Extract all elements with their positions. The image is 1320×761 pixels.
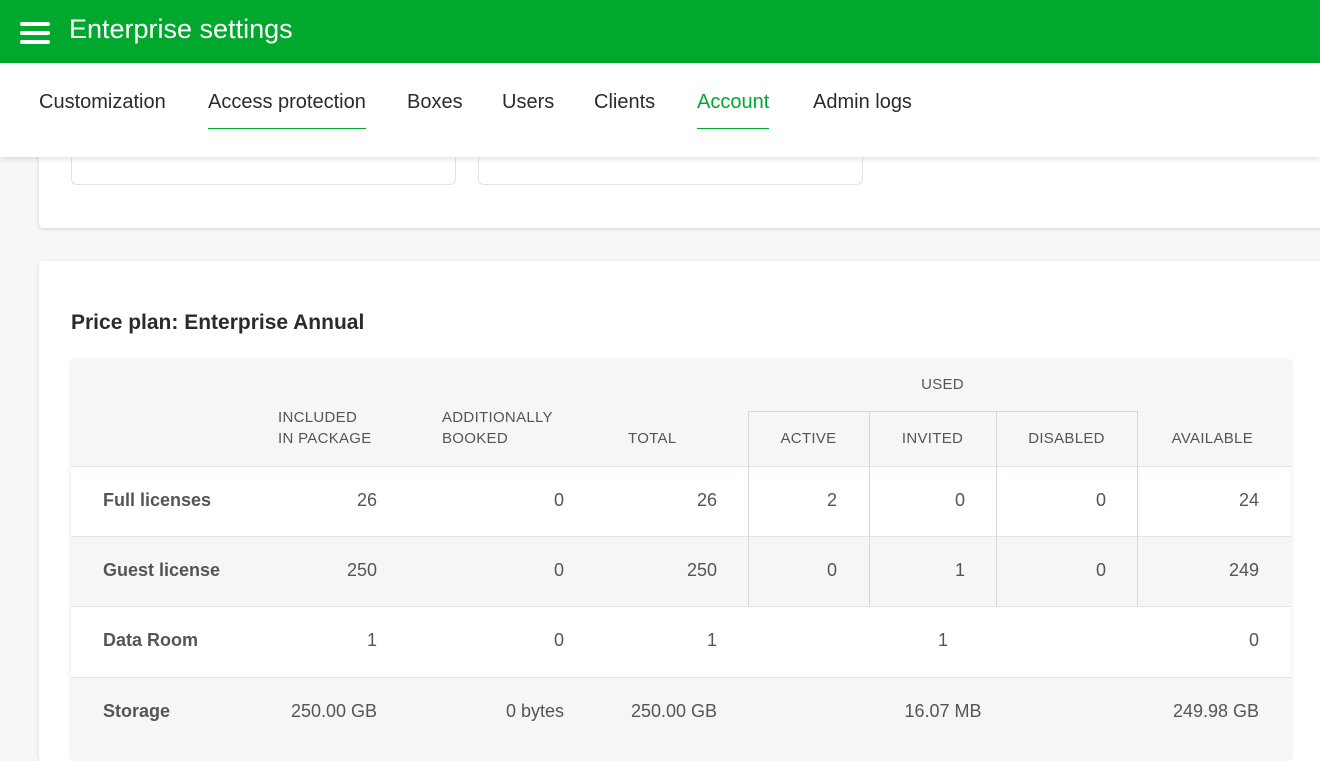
cell-total: 250 (686, 560, 717, 580)
cell-included: 26 (356, 490, 377, 510)
header-active: ACTIVE (780, 430, 837, 447)
cell-invited: 0 (954, 490, 965, 510)
tab-account[interactable]: Account (697, 91, 770, 129)
header-total: TOTAL (628, 430, 677, 447)
header-available: AVAILABLE (1171, 430, 1253, 447)
license-table: INCLUDED IN PACKAGE ADDITIONALLY BOOKED TO… (71, 360, 1291, 761)
header-disabled: DISABLED (1028, 430, 1105, 447)
app-header: Enterprise settings (0, 0, 1320, 63)
cell-total: 26 (696, 490, 717, 510)
tab-access-protection[interactable]: Access protection (208, 91, 366, 129)
price-plan-title: Price plan: Enterprise Annual (71, 311, 365, 334)
cell-available: 24 (1238, 490, 1259, 510)
tab-customization[interactable]: Customization (39, 91, 166, 128)
cell-available: 0 (1248, 630, 1259, 650)
cell-used: 16.07 MB (904, 701, 982, 721)
cell-total: 250.00 GB (630, 701, 717, 721)
menu-icon[interactable] (20, 22, 50, 44)
cell-active: 2 (826, 490, 837, 510)
row-label-data-room: Data Room (103, 630, 199, 650)
cell-total: 1 (706, 630, 717, 650)
used-group-line (748, 411, 1138, 412)
cell-active: 0 (826, 560, 837, 580)
cell-used: 1 (937, 630, 948, 650)
tab-clients[interactable]: Clients (594, 91, 655, 128)
tab-boxes[interactable]: Boxes (407, 91, 463, 128)
header-invited: INVITED (901, 430, 964, 447)
row-label-full-licenses: Full licenses (103, 490, 212, 510)
cell-disabled: 0 (1095, 560, 1106, 580)
cell-invited: 1 (954, 560, 965, 580)
cell-included: 250.00 GB (290, 701, 377, 721)
tab-admin-logs[interactable]: Admin logs (813, 91, 912, 128)
cell-available: 249 (1228, 560, 1259, 580)
header-included: INCLUDED IN PACKAGE (278, 409, 372, 447)
cell-additional: 0 (553, 630, 564, 650)
cell-included: 1 (366, 630, 377, 650)
tab-bar: Customization Access protection Boxes Us… (0, 63, 1320, 157)
app-title: Enterprise settings (69, 14, 293, 44)
cell-available: 249.98 GB (1172, 701, 1259, 721)
cell-disabled: 0 (1095, 490, 1106, 510)
cell-additional: 0 bytes (505, 701, 564, 721)
tab-users[interactable]: Users (502, 91, 554, 128)
row-label-storage: Storage (103, 701, 171, 721)
row-label-guest-license: Guest license (103, 560, 221, 580)
header-used: USED (921, 376, 964, 393)
cell-additional: 0 (553, 560, 564, 580)
cell-additional: 0 (553, 490, 564, 510)
cell-included: 250 (346, 560, 377, 580)
header-additionally-booked: ADDITIONALLY BOOKED (442, 409, 553, 447)
